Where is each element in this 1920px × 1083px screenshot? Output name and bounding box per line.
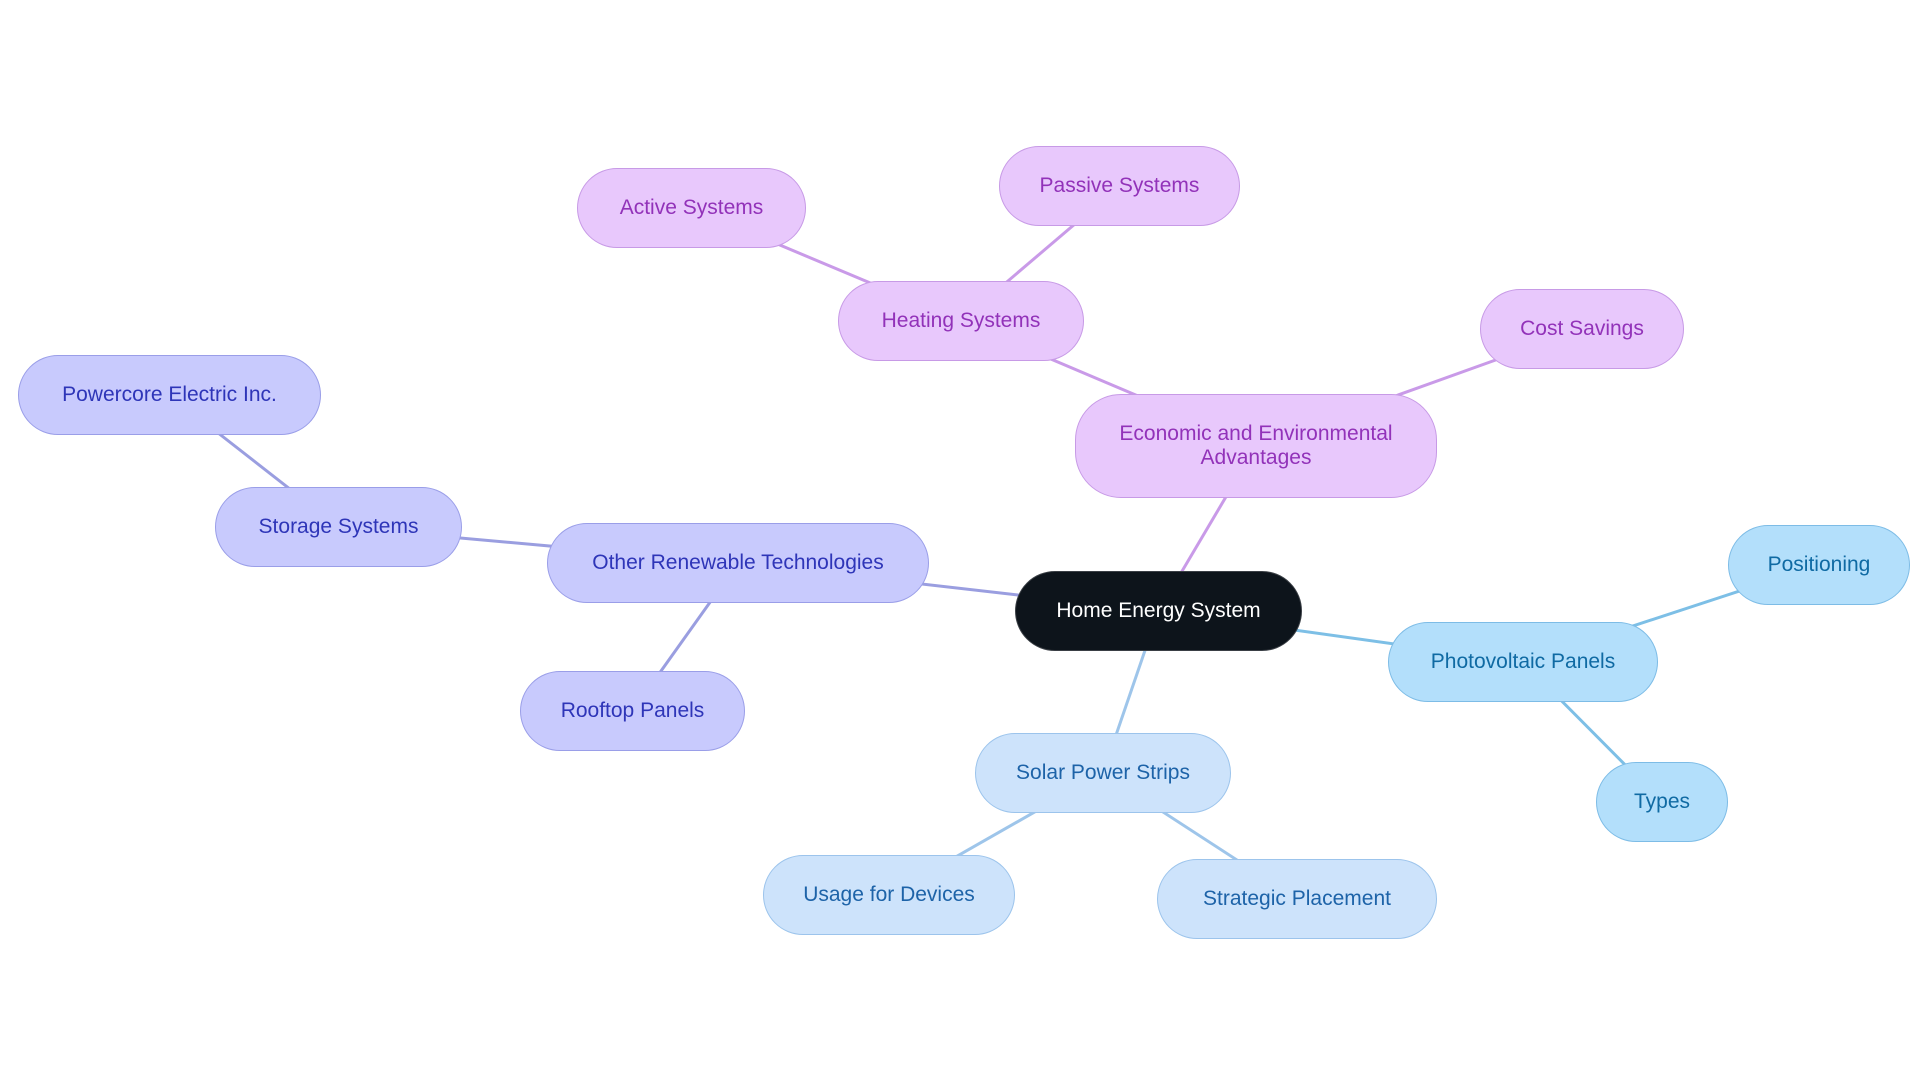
node-label: Home Energy System (1056, 599, 1261, 622)
node-home-energy-system[interactable]: Home Energy System (1015, 571, 1302, 651)
node-label: Rooftop Panels (560, 699, 705, 722)
node-active-systems[interactable]: Active Systems (577, 168, 806, 248)
node-other-renewable-technologies[interactable]: Other Renewable Technologies (547, 523, 929, 603)
node-label: Powercore Electric Inc. (62, 383, 277, 406)
node-label: Storage Systems (258, 515, 419, 538)
node-solar-power-strips[interactable]: Solar Power Strips (975, 733, 1231, 813)
node-strategic-placement[interactable]: Strategic Placement (1157, 859, 1437, 939)
node-label: Positioning (1767, 553, 1871, 576)
node-economic-environmental-advantages[interactable]: Economic and Environmental Advantages (1075, 394, 1437, 498)
node-label: Economic and Environmental Advantages (1119, 422, 1393, 469)
node-cost-savings[interactable]: Cost Savings (1480, 289, 1684, 369)
node-heating-systems[interactable]: Heating Systems (838, 281, 1084, 361)
node-label: Heating Systems (881, 309, 1041, 332)
node-label: Other Renewable Technologies (592, 551, 884, 574)
node-label: Active Systems (619, 196, 764, 219)
node-label: Passive Systems (1039, 174, 1200, 197)
node-positioning[interactable]: Positioning (1728, 525, 1910, 605)
node-rooftop-panels[interactable]: Rooftop Panels (520, 671, 745, 751)
node-label: Types (1633, 790, 1691, 813)
node-label: Cost Savings (1520, 317, 1644, 340)
node-label: Strategic Placement (1203, 887, 1391, 910)
node-powercore-electric-inc[interactable]: Powercore Electric Inc. (18, 355, 321, 435)
node-photovoltaic-panels[interactable]: Photovoltaic Panels (1388, 622, 1658, 702)
node-storage-systems[interactable]: Storage Systems (215, 487, 462, 567)
mindmap-canvas: Home Energy System Economic and Environm… (0, 0, 1920, 1083)
node-passive-systems[interactable]: Passive Systems (999, 146, 1240, 226)
node-label: Solar Power Strips (1016, 761, 1190, 784)
node-types[interactable]: Types (1596, 762, 1728, 842)
node-label: Usage for Devices (803, 883, 975, 906)
node-usage-for-devices[interactable]: Usage for Devices (763, 855, 1015, 935)
node-label: Photovoltaic Panels (1430, 650, 1616, 673)
